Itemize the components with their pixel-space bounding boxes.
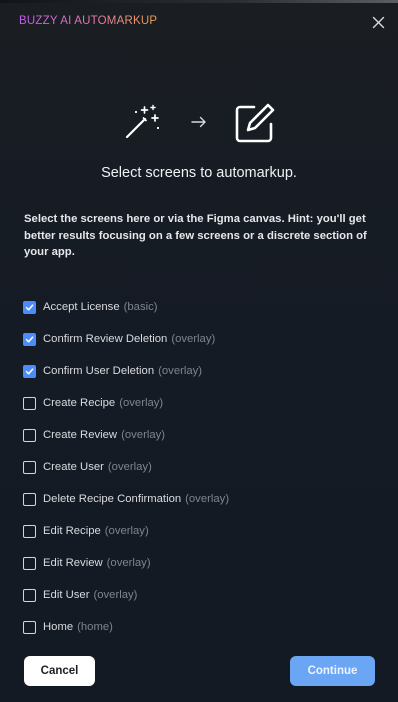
screen-type: (basic): [123, 301, 158, 313]
screen-list-item[interactable]: Edit User (overlay): [23, 579, 383, 611]
screen-name: Confirm User Deletion: [43, 365, 155, 377]
cancel-button[interactable]: Cancel: [24, 656, 95, 686]
screen-checkbox[interactable]: [23, 524, 36, 538]
screen-checkbox[interactable]: [23, 556, 36, 570]
screen-checkbox[interactable]: [23, 588, 36, 602]
screen-list-item[interactable]: Create Recipe (overlay): [23, 387, 383, 419]
screen-name: Edit Review: [43, 557, 103, 569]
close-icon[interactable]: [370, 14, 387, 31]
screen-checkbox[interactable]: [23, 460, 36, 474]
screen-list-item[interactable]: Confirm Review Deletion (overlay): [23, 323, 383, 355]
screen-name: Accept License: [43, 301, 120, 313]
screen-list-item[interactable]: Edit Recipe (overlay): [23, 515, 383, 547]
edit-icon: [235, 103, 275, 143]
screen-name: Create Review: [43, 429, 118, 441]
screen-checkbox[interactable]: [23, 364, 36, 378]
screen-list-item[interactable]: Home (home): [23, 611, 383, 643]
page-heading: Select screens to automarkup.: [101, 165, 297, 181]
screen-list-item[interactable]: Delete Recipe Confirmation (overlay): [23, 483, 383, 515]
screen-name: Confirm Review Deletion: [43, 333, 168, 345]
screen-checkbox[interactable]: [23, 492, 36, 506]
screen-type: (overlay): [185, 493, 230, 505]
screen-type: (overlay): [107, 461, 152, 473]
arrow-right-icon: [191, 116, 206, 128]
screen-type: (overlay): [104, 525, 149, 537]
screen-name: Edit User: [43, 589, 90, 601]
screen-list-item[interactable]: Accept License (basic): [23, 291, 383, 323]
screen-name: Create User: [43, 461, 104, 473]
screen-type: (overlay): [121, 429, 166, 441]
screen-list-item[interactable]: Edit Review (overlay): [23, 547, 383, 579]
automarkup-dialog: BUZZY AI AUTOMARKUP Select screens to au…: [0, 0, 398, 702]
screen-type: (overlay): [93, 589, 138, 601]
screen-checkbox[interactable]: [23, 300, 36, 314]
screen-type: (overlay): [171, 333, 216, 345]
screen-list: Accept License (basic) Confirm Review Dele…: [23, 291, 383, 643]
screen-name: Create Recipe: [43, 397, 116, 409]
screen-checkbox[interactable]: [23, 428, 36, 442]
magic-wand-icon: [125, 104, 160, 139]
screen-checkbox[interactable]: [23, 620, 36, 634]
screen-list-item[interactable]: Create Review (overlay): [23, 419, 383, 451]
screen-list-item[interactable]: Confirm User Deletion (overlay): [23, 355, 383, 387]
screen-name: Edit Recipe: [43, 525, 101, 537]
screen-list-item[interactable]: Create User (overlay): [23, 451, 383, 483]
screen-type: (overlay): [106, 557, 151, 569]
screen-type: (overlay): [119, 397, 164, 409]
continue-button[interactable]: Continue: [290, 656, 375, 686]
hint-text: Select the screens here or via the Figma…: [24, 213, 367, 258]
top-border: [0, 0, 398, 3]
app-title: BUZZY AI AUTOMARKUP: [19, 15, 158, 27]
screen-checkbox[interactable]: [23, 396, 36, 410]
screen-type: (overlay): [158, 365, 203, 377]
screen-checkbox[interactable]: [23, 332, 36, 346]
screen-type: (home): [77, 621, 113, 633]
screen-name: Delete Recipe Confirmation: [43, 493, 182, 505]
screen-name: Home: [43, 621, 74, 633]
hero-illustration: [0, 98, 398, 146]
